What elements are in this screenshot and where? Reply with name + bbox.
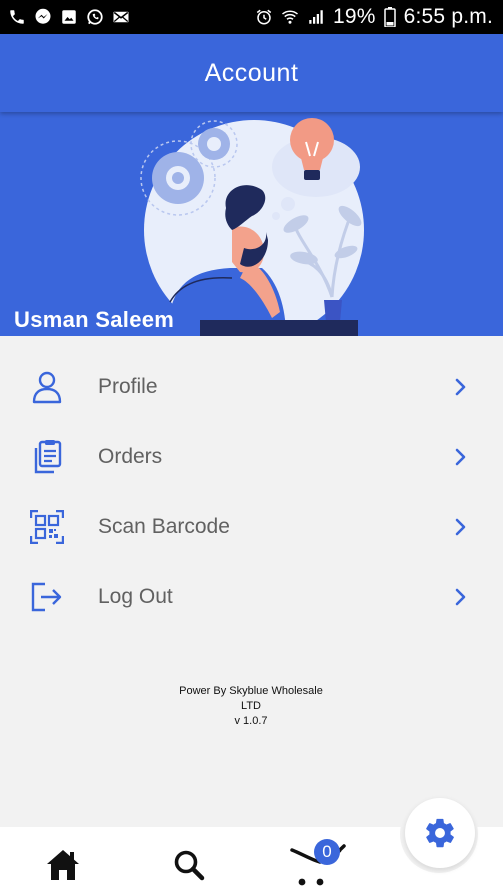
wifi-icon — [281, 8, 299, 26]
menu-item-label: Log Out — [98, 585, 173, 608]
battery-icon — [383, 7, 396, 27]
search-icon — [174, 850, 205, 881]
status-bar-notifications — [8, 8, 130, 26]
status-time: 6:55 p.m. — [403, 5, 493, 28]
chevron-right-icon — [453, 446, 469, 468]
profile-illustration — [140, 118, 364, 336]
user-name: Usman Saleem — [14, 307, 175, 332]
menu-item-log-out[interactable]: Log Out — [0, 562, 503, 632]
status-bar: 19% 6:55 p.m. — [0, 0, 503, 34]
phone-icon — [8, 8, 26, 26]
mail-icon — [112, 8, 130, 26]
menu-item-label: Orders — [98, 445, 163, 468]
person-icon — [28, 368, 66, 406]
alarm-icon — [255, 8, 273, 26]
qr-code-icon — [28, 508, 66, 546]
account-menu: Profile Orders Scan Barcode Log Out — [0, 352, 503, 632]
menu-item-scan-barcode[interactable]: Scan Barcode — [0, 492, 503, 562]
battery-percent: 19% — [333, 5, 376, 28]
status-bar-system: 19% 6:55 p.m. — [255, 5, 493, 29]
menu-item-label: Profile — [98, 375, 158, 398]
powered-by-line-2: LTD — [241, 700, 261, 712]
chevron-right-icon — [453, 586, 469, 608]
chevron-right-icon — [453, 376, 469, 398]
menu-item-orders[interactable]: Orders — [0, 422, 503, 492]
logout-icon — [28, 578, 66, 616]
app-bar: Account — [0, 34, 503, 112]
gear-icon — [426, 818, 454, 848]
page-title: Account — [204, 58, 299, 87]
menu-item-label: Scan Barcode — [98, 515, 230, 538]
clipboard-icon — [28, 438, 66, 476]
settings-button[interactable] — [405, 798, 475, 868]
chevron-right-icon — [453, 516, 469, 538]
app-version: v 1.0.7 — [234, 715, 268, 727]
cart-count-badge: 0 — [314, 839, 340, 865]
powered-by-line-1: Power By Skyblue Wholesale — [179, 685, 323, 697]
gallery-icon — [60, 8, 78, 26]
messenger-icon — [34, 8, 52, 26]
home-icon — [47, 850, 79, 880]
powered-by-text: Power By Skyblue Wholesale LTD v 1.0.7 — [150, 684, 352, 729]
menu-item-profile[interactable]: Profile — [0, 352, 503, 422]
profile-header: Usman Saleem — [0, 112, 503, 336]
whatsapp-icon — [86, 8, 104, 26]
signal-icon — [307, 8, 325, 26]
search-button[interactable] — [169, 845, 209, 885]
home-button[interactable] — [43, 845, 83, 885]
